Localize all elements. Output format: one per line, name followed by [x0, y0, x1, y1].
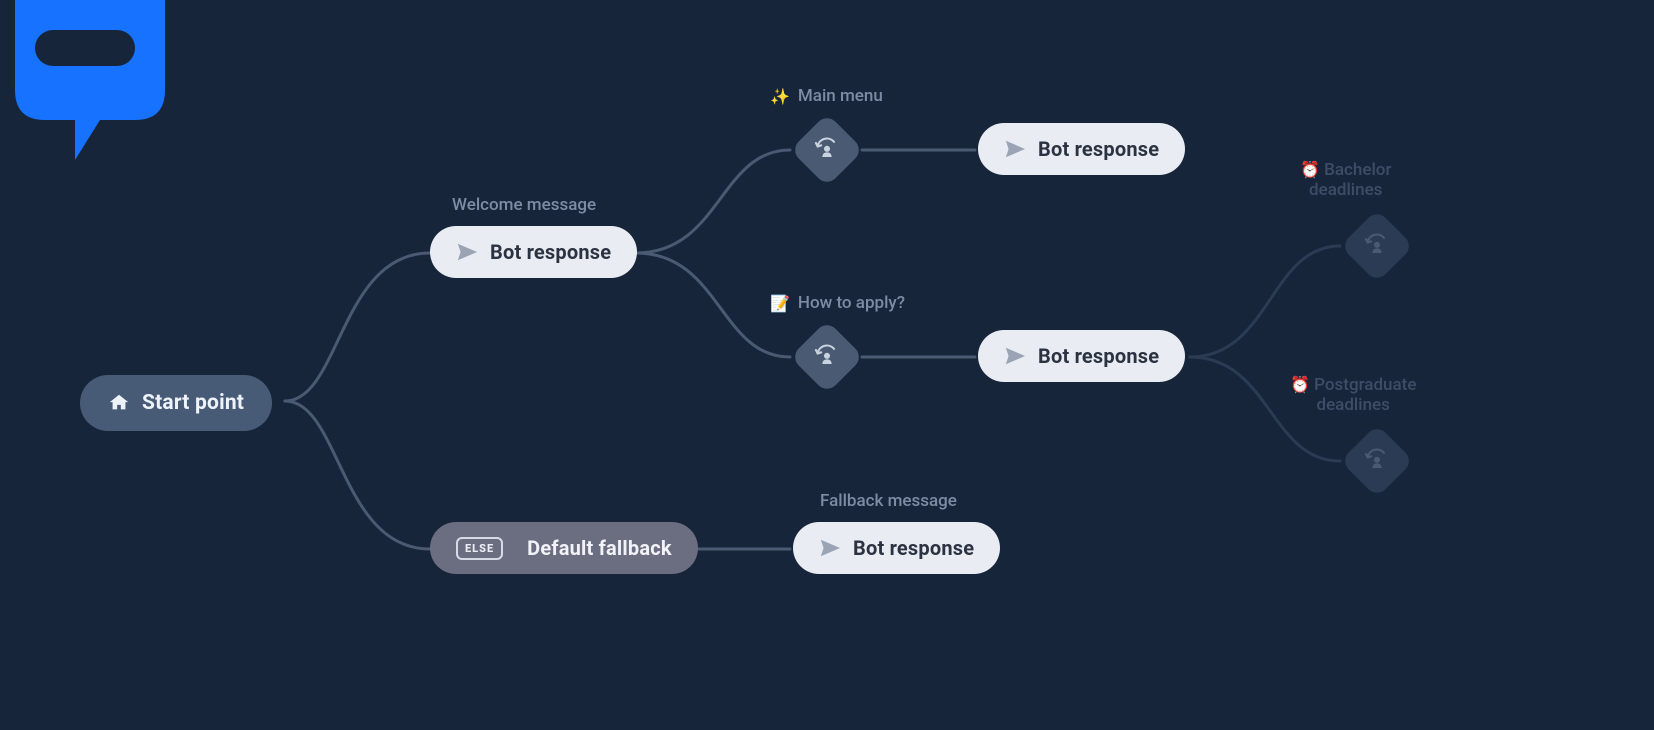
sparkles-icon: ✨: [770, 87, 790, 106]
user-reply-icon: [1363, 232, 1391, 260]
user-reply-icon: [813, 136, 841, 164]
postgraduate-caption: ⏰ Postgraduate deadlines: [1290, 375, 1416, 415]
bachelor-condition-node[interactable]: [1340, 209, 1414, 283]
send-icon: [1004, 138, 1026, 160]
brand-logo: [0, 0, 180, 170]
memo-icon: 📝: [770, 294, 790, 313]
default-fallback-node[interactable]: ELSE Default fallback: [430, 522, 698, 574]
main-menu-caption: ✨ Main menu: [770, 86, 883, 106]
main-menu-bot-response-node[interactable]: Bot response: [978, 123, 1185, 175]
welcome-caption: Welcome message: [452, 195, 596, 215]
user-reply-icon: [1363, 447, 1391, 475]
default-fallback-label: Default fallback: [527, 536, 672, 560]
fallback-bot-response-label: Bot response: [853, 536, 974, 560]
else-badge: ELSE: [456, 537, 503, 560]
how-to-apply-bot-response-label: Bot response: [1038, 344, 1159, 368]
fallback-caption: Fallback message: [820, 491, 957, 511]
how-to-apply-caption: 📝 How to apply?: [770, 293, 905, 313]
main-menu-bot-response-label: Bot response: [1038, 137, 1159, 161]
how-to-apply-bot-response-node[interactable]: Bot response: [978, 330, 1185, 382]
alarm-clock-icon: ⏰: [1290, 375, 1310, 394]
user-reply-icon: [813, 343, 841, 371]
send-icon: [819, 537, 841, 559]
alarm-clock-icon: ⏰: [1300, 160, 1320, 179]
how-to-apply-condition-node[interactable]: [790, 320, 864, 394]
main-menu-condition-node[interactable]: [790, 113, 864, 187]
send-icon: [1004, 345, 1026, 367]
start-point-node[interactable]: Start point: [80, 375, 272, 431]
home-icon: [108, 392, 130, 414]
send-icon: [456, 241, 478, 263]
fallback-bot-response-node[interactable]: Bot response: [793, 522, 1000, 574]
welcome-bot-response-node[interactable]: Bot response: [430, 226, 637, 278]
welcome-bot-response-label: Bot response: [490, 240, 611, 264]
bachelor-caption: ⏰ Bachelor deadlines: [1300, 160, 1391, 200]
postgraduate-condition-node[interactable]: [1340, 424, 1414, 498]
start-point-label: Start point: [142, 391, 244, 415]
